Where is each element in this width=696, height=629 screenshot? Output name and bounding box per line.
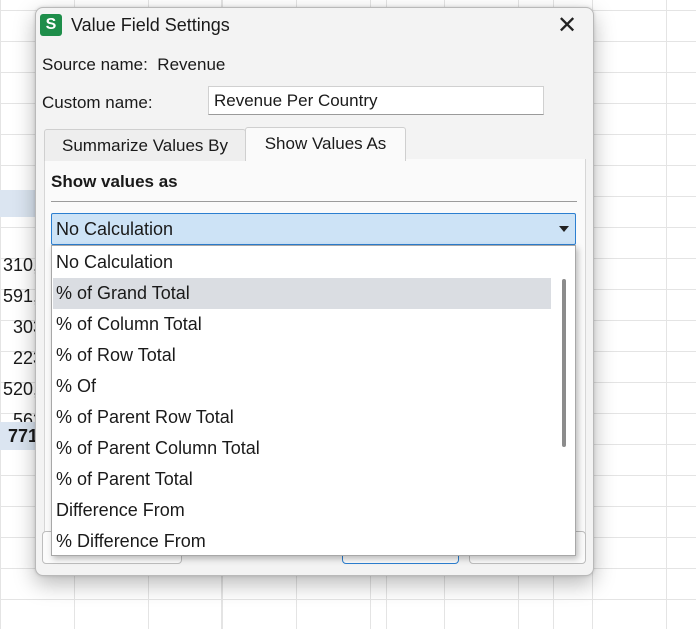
dropdown-option[interactable]: % of Column Total (53, 309, 551, 340)
dropdown-option[interactable]: No Calculation (53, 247, 551, 278)
source-name-label: Source name: Revenue (42, 55, 225, 75)
close-icon: ✕ (556, 12, 578, 39)
combobox-value: No Calculation (56, 219, 174, 239)
dropdown-option[interactable]: % of Parent Total (53, 464, 551, 495)
dropdown-option[interactable]: % Of (53, 371, 551, 402)
dropdown-option[interactable]: Difference From (53, 495, 551, 526)
show-values-as-combobox[interactable]: No Calculation (51, 213, 576, 245)
source-name-label-text: Source name: (42, 55, 148, 74)
value-field-settings-dialog: S Value Field Settings ✕ Source name: Re… (35, 7, 594, 576)
custom-name-label: Custom name: (42, 93, 153, 112)
dialog-titlebar[interactable]: S Value Field Settings ✕ (36, 8, 593, 44)
dropdown-option[interactable]: % Difference From (53, 526, 551, 555)
spreadsheet-app-icon: S (40, 14, 62, 36)
chevron-down-icon[interactable] (559, 226, 569, 232)
dropdown-option[interactable]: % of Grand Total (53, 278, 551, 309)
custom-name-input[interactable]: Revenue Per Country (208, 86, 544, 115)
tab-show-values-as[interactable]: Show Values As (245, 127, 406, 161)
tab-summarize-values-by[interactable]: Summarize Values By (44, 129, 246, 161)
close-button[interactable]: ✕ (552, 12, 582, 40)
dropdown-option[interactable]: % of Row Total (53, 340, 551, 371)
dropdown-option[interactable]: % of Parent Column Total (53, 433, 551, 464)
show-values-as-heading: Show values as (51, 172, 178, 191)
show-values-as-dropdown-list[interactable]: No Calculation % of Grand Total % of Col… (51, 245, 576, 556)
separator (51, 201, 577, 202)
dropdown-scrollbar-thumb[interactable] (562, 279, 566, 447)
source-name-value: Revenue (157, 55, 226, 74)
dialog-title: Value Field Settings (71, 15, 230, 35)
dropdown-option[interactable]: % of Parent Row Total (53, 402, 551, 433)
